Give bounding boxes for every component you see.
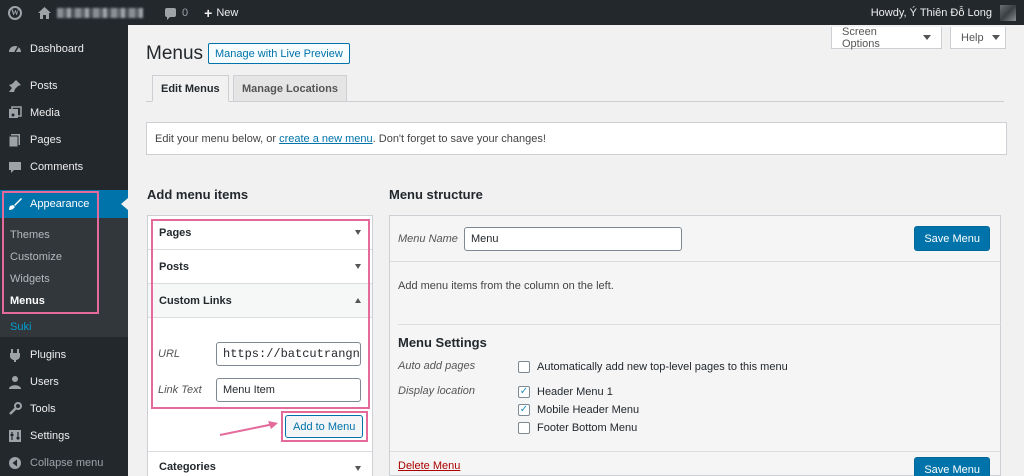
sidebar-item-label: Comments <box>30 160 84 173</box>
delete-menu-link[interactable]: Delete Menu <box>398 460 460 472</box>
auto-add-option-label: Automatically add new top-level pages to… <box>537 361 788 373</box>
settings-icon <box>8 429 22 443</box>
menu-settings-title: Menu Settings <box>398 335 487 350</box>
location-label: Mobile Header Menu <box>537 404 640 416</box>
auto-add-option[interactable]: Automatically add new top-level pages to… <box>518 358 788 376</box>
sidebar-item-label: Users <box>30 375 59 388</box>
comments-icon <box>8 160 22 174</box>
pink-arrow-annotation <box>219 421 278 436</box>
wordpress-icon: W <box>8 5 22 20</box>
location-checkbox[interactable]: ✓ <box>518 386 530 398</box>
sidebar-item-label: Pages <box>30 133 62 146</box>
divider <box>398 324 1001 325</box>
sidebar-item-label: Posts <box>30 79 58 92</box>
help-button[interactable]: Help <box>950 27 1006 49</box>
add-button-highlight-box <box>281 411 368 442</box>
auto-add-checkbox[interactable] <box>518 361 530 373</box>
sidebar-item-settings[interactable]: Settings <box>0 422 128 449</box>
media-icon <box>8 105 22 120</box>
comments-link[interactable]: 0 <box>157 0 196 25</box>
location-footer-bottom-menu[interactable]: Footer Bottom Menu <box>518 419 639 437</box>
edit-menu-notice: Edit your menu below, or create a new me… <box>146 122 1007 155</box>
sidebar-item-label: Settings <box>30 429 70 442</box>
new-label: New <box>216 6 239 19</box>
location-checkbox[interactable]: ✓ <box>518 404 530 416</box>
location-header-menu-1[interactable]: ✓ Header Menu 1 <box>518 383 639 401</box>
custom-links-highlight-box <box>151 219 370 409</box>
manage-live-preview-button[interactable]: Manage with Live Preview <box>208 43 350 64</box>
site-name-redacted <box>57 7 143 18</box>
save-menu-button[interactable]: Save Menu <box>914 226 990 251</box>
collapse-menu-button[interactable]: Collapse menu <box>0 449 128 476</box>
menu-structure-panel: Menu Name Menu Save Menu Add menu items … <box>389 215 1001 476</box>
page-title: Menus <box>146 43 204 64</box>
menu-hint: Add menu items from the column on the le… <box>398 280 614 292</box>
screen-options-button[interactable]: Screen Options <box>831 25 942 50</box>
sidebar-item-pages[interactable]: Pages <box>0 126 128 153</box>
plus-icon: + <box>204 4 213 21</box>
menu-body: Add menu items from the column on the le… <box>390 262 1001 437</box>
location-checkbox[interactable] <box>518 422 530 434</box>
notice-text-end: . Don't forget to save your changes! <box>372 132 546 145</box>
menu-header: Menu Name Menu Save Menu <box>390 216 1000 262</box>
location-label: Header Menu 1 <box>537 386 613 398</box>
accordion-title: Categories <box>159 460 216 473</box>
sidebar-item-label: Dashboard <box>30 42 84 55</box>
wordpress-logo-button[interactable]: W <box>0 0 30 25</box>
submenu-item-suki[interactable]: Suki <box>0 317 128 337</box>
collapse-icon <box>8 456 22 470</box>
sidebar-item-users[interactable]: Users <box>0 368 128 395</box>
appearance-highlight-box <box>2 191 99 314</box>
avatar[interactable] <box>1000 4 1016 21</box>
sidebar-item-plugins[interactable]: Plugins <box>0 341 128 368</box>
tools-icon <box>8 401 22 416</box>
menu-name-label: Menu Name <box>398 232 458 245</box>
pages-icon <box>8 133 22 147</box>
sidebar-item-posts[interactable]: Posts <box>0 72 128 99</box>
comment-bubble-icon <box>165 8 176 20</box>
new-content-button[interactable]: + New <box>196 0 246 25</box>
help-label: Help <box>961 31 984 44</box>
sidebar-item-dashboard[interactable]: Dashboard <box>0 35 128 62</box>
display-location-label: Display location <box>398 385 476 397</box>
menu-name-input[interactable]: Menu <box>464 226 682 251</box>
howdy-user-link[interactable]: Howdy, Ý Thiên Đỗ Long <box>871 7 992 19</box>
tab-manage-locations[interactable]: Manage Locations <box>233 75 347 102</box>
sidebar-item-label: Collapse menu <box>30 456 104 469</box>
sidebar-item-label: Plugins <box>30 348 67 361</box>
dashboard-icon <box>8 42 22 56</box>
comments-count: 0 <box>182 6 189 19</box>
main-content: Screen Options Help Menus Manage with Li… <box>128 25 1024 476</box>
home-icon <box>38 6 51 19</box>
location-mobile-header-menu[interactable]: ✓ Mobile Header Menu <box>518 401 639 419</box>
sidebar-item-label: Media <box>30 106 60 119</box>
location-label: Footer Bottom Menu <box>537 422 638 434</box>
sidebar-item-label: Tools <box>30 402 56 415</box>
users-icon <box>8 375 22 389</box>
plugin-icon <box>8 348 22 362</box>
chevron-down-icon <box>355 466 361 471</box>
tab-edit-menus[interactable]: Edit Menus <box>152 75 229 102</box>
sidebar-item-media[interactable]: Media <box>0 99 128 126</box>
notice-text: Edit your menu below, or <box>155 132 277 145</box>
site-name-link[interactable] <box>30 0 151 25</box>
save-menu-button-bottom[interactable]: Save Menu <box>914 457 990 476</box>
menu-structure-heading: Menu structure <box>389 187 483 202</box>
auto-add-label: Auto add pages <box>398 360 476 372</box>
sidebar-item-tools[interactable]: Tools <box>0 395 128 422</box>
sidebar-item-comments[interactable]: Comments <box>0 153 128 180</box>
screen-options-label: Screen Options <box>842 25 880 50</box>
chevron-down-icon <box>991 35 1000 40</box>
create-new-menu-link[interactable]: create a new menu <box>279 133 373 145</box>
pin-icon <box>8 79 22 93</box>
chevron-down-icon <box>923 35 931 40</box>
add-menu-items-heading: Add menu items <box>147 187 249 202</box>
admin-bar: W 0 + New Howdy, Ý Thiên Đỗ Long <box>0 0 1024 25</box>
menu-footer: Delete Menu Save Menu <box>390 451 1000 476</box>
accordion-categories[interactable]: Categories <box>148 451 372 476</box>
